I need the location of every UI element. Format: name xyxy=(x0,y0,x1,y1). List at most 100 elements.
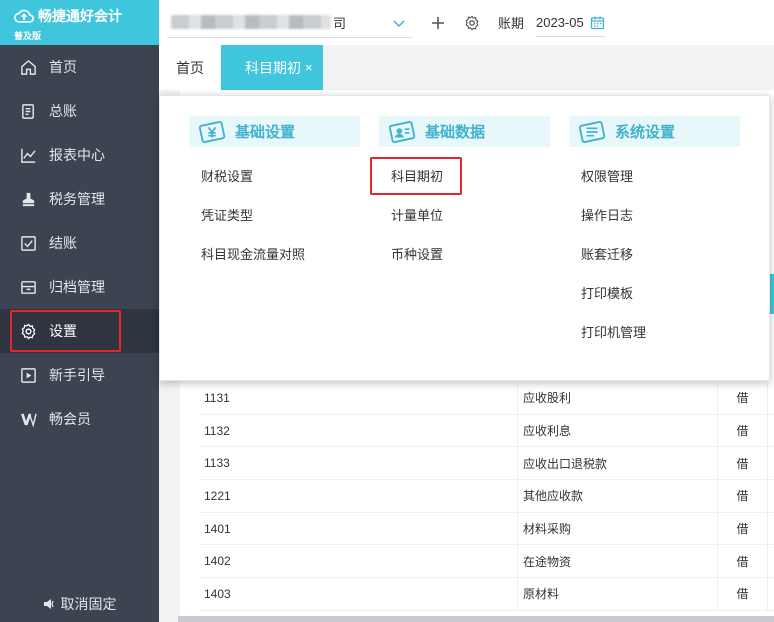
menu-group-title: 基础设置 xyxy=(235,124,296,141)
account-name: 应收出口退税款 xyxy=(518,447,718,480)
menu-item-operation-log[interactable]: 操作日志 xyxy=(569,196,740,235)
account-code: 1133 xyxy=(200,447,518,480)
sidebar-item-archive[interactable]: 归档管理 xyxy=(0,265,159,309)
menu-group-system-settings: 系统设置 权限管理 操作日志 账套迁移 打印模板 打印机管理 xyxy=(569,116,740,352)
table-row[interactable]: 1133 应收出口退税款 借 xyxy=(200,447,774,481)
menu-item-printer-management[interactable]: 打印机管理 xyxy=(569,313,740,352)
menu-item-print-templates[interactable]: 打印模板 xyxy=(569,274,740,313)
brand-name: 畅捷通好会计 xyxy=(38,8,122,24)
sidebar-item-guide[interactable]: 新手引导 xyxy=(0,353,159,397)
sidebar-item-ledger[interactable]: 总账 xyxy=(0,89,159,133)
sidebar-item-label: 首页 xyxy=(49,59,77,75)
unpin-label: 取消固定 xyxy=(60,596,117,612)
tab-bar: 首页 科目期初 × xyxy=(159,45,774,90)
account-name: 应收利息 xyxy=(518,414,718,447)
company-name-suffix: 司 xyxy=(333,15,347,31)
menu-group-header: 基础设置 xyxy=(189,116,360,147)
horizontal-scrollbar[interactable] xyxy=(178,616,774,622)
add-icon[interactable] xyxy=(430,15,446,31)
sidebar: 畅捷通好会计 普及版 首页 总账 报表中心 税务管理 结账 归档管理 设置 新手… xyxy=(0,0,159,622)
table-row[interactable]: 1401 材料采购 借 xyxy=(200,512,774,546)
company-selector[interactable]: 司 xyxy=(167,8,412,38)
tools-card-icon xyxy=(579,120,606,143)
settings-menu-panel: 基础设置 财税设置 凭证类型 科目现金流量对照 基础数据 科目期初 计量单位 币… xyxy=(159,95,770,381)
video-icon xyxy=(21,367,36,383)
table-row[interactable]: 1402 在途物资 借 xyxy=(200,545,774,579)
sidebar-item-home[interactable]: 首页 xyxy=(0,45,159,89)
account-code: 1132 xyxy=(200,414,518,447)
gear-icon[interactable] xyxy=(464,14,480,31)
close-icon[interactable]: × xyxy=(305,60,313,75)
account-code: 1401 xyxy=(200,512,518,545)
period-value: 2023-05 xyxy=(536,14,584,30)
menu-group-title: 系统设置 xyxy=(615,124,676,141)
menu-item-units[interactable]: 计量单位 xyxy=(379,196,550,235)
balance-direction: 借 xyxy=(718,545,768,578)
balance-direction: 借 xyxy=(718,512,768,545)
sidebar-item-checkout[interactable]: 结账 xyxy=(0,221,159,265)
account-code: 1403 xyxy=(200,578,518,610)
archive-icon xyxy=(21,280,36,294)
chart-icon xyxy=(21,148,36,163)
sidebar-item-settings[interactable]: 设置 xyxy=(0,309,159,353)
account-name: 其他应收款 xyxy=(518,480,718,512)
balance-direction: 借 xyxy=(718,382,768,414)
checkout-icon xyxy=(21,235,36,251)
menu-item-opening-balance[interactable]: 科目期初 xyxy=(379,157,550,196)
account-code: 1131 xyxy=(200,382,518,414)
menu-group-title: 基础数据 xyxy=(425,124,486,141)
chevron-down-icon xyxy=(393,19,405,27)
menu-group-header: 基础数据 xyxy=(379,116,550,147)
account-name: 原材料 xyxy=(518,578,718,610)
top-bar: 司 账期 2023-05 xyxy=(159,0,774,45)
tab-label: 科目期初 xyxy=(245,59,301,76)
sidebar-item-tax[interactable]: 税务管理 xyxy=(0,177,159,221)
menu-item-cashflow-mapping[interactable]: 科目现金流量对照 xyxy=(189,235,360,274)
vip-icon xyxy=(20,413,37,428)
menu-group-basic-settings: 基础设置 财税设置 凭证类型 科目现金流量对照 xyxy=(189,116,360,274)
yen-card-icon xyxy=(199,120,226,143)
cloud-upload-icon xyxy=(14,9,34,23)
app-window: 畅捷通好会计 普及版 首页 总账 报表中心 税务管理 结账 归档管理 设置 新手… xyxy=(0,0,774,622)
brand: 畅捷通好会计 普及版 xyxy=(0,0,159,45)
balance-direction: 借 xyxy=(718,414,768,447)
account-name: 在途物资 xyxy=(518,545,718,578)
home-icon xyxy=(21,59,36,75)
sidebar-item-vip[interactable]: 畅会员 xyxy=(0,397,159,441)
sidebar-nav: 首页 总账 报表中心 税务管理 结账 归档管理 设置 新手引导 畅会员 xyxy=(0,45,159,441)
balance-direction: 借 xyxy=(718,578,768,610)
brand-edition: 普及版 xyxy=(14,31,42,41)
table-row[interactable]: 1221 其他应收款 借 xyxy=(200,480,774,513)
sidebar-item-label: 设置 xyxy=(49,323,77,339)
menu-group-list: 财税设置 凭证类型 科目现金流量对照 xyxy=(189,157,360,274)
menu-group-basic-data: 基础数据 科目期初 计量单位 币种设置 xyxy=(379,116,550,274)
speaker-icon xyxy=(43,599,54,609)
period-picker[interactable]: 2023-05 xyxy=(536,9,605,37)
balance-direction: 借 xyxy=(718,480,768,512)
accounts-table: 1131 应收股利 借 1132 应收利息 借 1133 应收出口退税款 借 1… xyxy=(200,382,774,611)
brand-logo: 畅捷通好会计 xyxy=(14,6,122,26)
tab-opening-balance[interactable]: 科目期初 × xyxy=(221,45,323,90)
table-row[interactable]: 1131 应收股利 借 xyxy=(200,382,774,415)
tab-home[interactable]: 首页 xyxy=(159,45,221,90)
account-code: 1402 xyxy=(200,545,518,578)
menu-group-list: 权限管理 操作日志 账套迁移 打印模板 打印机管理 xyxy=(569,157,740,352)
calendar-icon xyxy=(590,16,604,29)
sidebar-item-label: 畅会员 xyxy=(49,411,91,427)
menu-item-permissions[interactable]: 权限管理 xyxy=(569,157,740,196)
period-label: 账期 xyxy=(498,16,525,31)
menu-item-voucher-types[interactable]: 凭证类型 xyxy=(189,196,360,235)
sidebar-item-label: 报表中心 xyxy=(49,147,105,163)
menu-item-currency[interactable]: 币种设置 xyxy=(379,235,550,274)
sidebar-item-label: 税务管理 xyxy=(49,191,105,207)
table-row[interactable]: 1403 原材料 借 xyxy=(200,578,774,611)
unpin-button[interactable]: 取消固定 xyxy=(0,594,159,614)
table-row[interactable]: 1132 应收利息 借 xyxy=(200,414,774,448)
menu-item-tax-settings[interactable]: 财税设置 xyxy=(189,157,360,196)
stamp-icon xyxy=(22,192,35,206)
sidebar-item-label: 新手引导 xyxy=(49,367,105,383)
id-card-icon xyxy=(389,120,416,143)
sidebar-item-label: 结账 xyxy=(49,235,77,251)
sidebar-item-reports[interactable]: 报表中心 xyxy=(0,133,159,177)
menu-item-account-migration[interactable]: 账套迁移 xyxy=(569,235,740,274)
